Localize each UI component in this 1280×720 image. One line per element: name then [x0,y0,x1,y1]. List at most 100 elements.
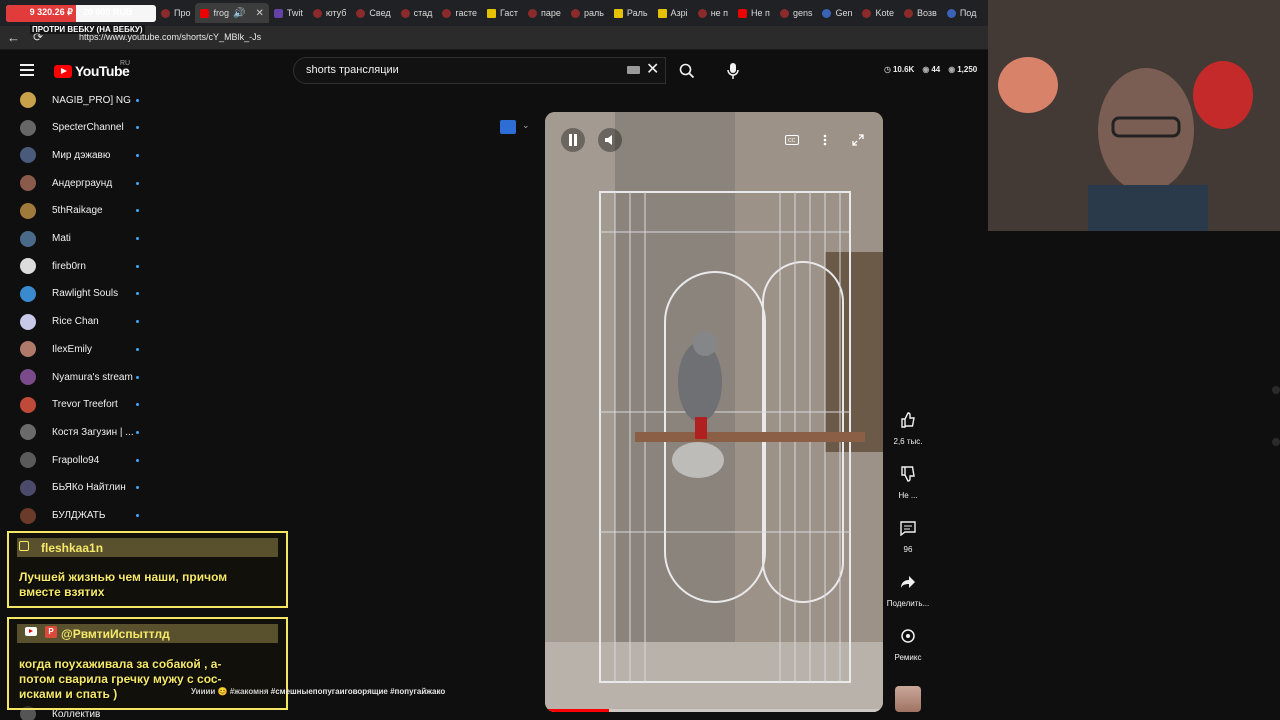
country-code: RU [120,60,131,67]
video-description-prefix: Уииии 😊 #жакомня [191,687,269,696]
like-button[interactable] [892,404,924,436]
channel-avatar [20,92,36,108]
sidebar-channel-item[interactable]: Андерграунд [0,170,150,196]
tab-label: Свед [369,8,391,18]
search-input[interactable] [306,64,606,76]
sidebar-channel-item[interactable]: Костя Загузин | ... [0,419,150,445]
video-hashtags[interactable]: #смешныепопугаиговорящие #попугайжако [271,687,446,696]
clear-search-icon[interactable]: ✕ [646,59,659,79]
sidebar-channel-item[interactable]: БУЛДЖАТЬ [0,503,150,529]
volume-icon [605,135,612,145]
browser-tab[interactable]: frog 🔊 ✕ [195,3,269,23]
browser-tab[interactable]: стад [396,3,438,23]
channel-avatar [20,119,36,136]
captions-button[interactable]: CC [780,128,804,152]
channel-avatar [20,507,36,524]
browser-tab[interactable]: Kote [857,3,899,23]
sidebar-channel-item[interactable]: Mati [0,226,150,252]
remix-icon [901,629,915,643]
donation-goal: 20 000 RUB [82,7,133,17]
back-arrow-icon[interactable]: ← [7,30,20,45]
streamer-webcam [988,0,1280,231]
tab-label: Под [959,8,977,18]
browser-tab[interactable]: gens [775,3,818,23]
sidebar-item-label: Коллектив [52,708,101,720]
sidebar-channel-item[interactable]: fireb0rn [0,253,150,279]
share-button[interactable] [892,566,924,598]
sidebar-channel-item[interactable]: SpecterChannel [0,115,150,141]
svg-text:CC: CC [788,138,796,144]
more-options-button[interactable] [813,128,837,152]
browser-tab[interactable]: Под [942,3,982,23]
chevron-down-icon[interactable]: ⌄ [522,120,530,131]
remix-action: Ремикс [883,620,933,662]
sidebar-channel-item[interactable]: Frapollo94 [0,447,150,473]
sidebar-channel-item[interactable]: Rawlight Souls [0,281,150,307]
tab-label: гасте [455,8,478,18]
channel-thumbnail[interactable] [895,686,921,712]
browser-tab[interactable]: Возв [899,3,942,23]
browser-tab[interactable]: Про [156,3,195,23]
tab-label: Gen [835,8,853,18]
sidebar-channel-item[interactable]: Rice Chan [0,309,150,335]
sidebar-channel-item[interactable]: Trevor Treefort [0,392,150,418]
channel-avatar [20,396,36,413]
browser-tab[interactable]: гасте [437,3,482,23]
stat-item: ◉ 1,250 [948,65,977,74]
stat-item: ◷ 10.6K [884,65,914,74]
stat-item: ◉ 44 [922,65,940,74]
search-button[interactable] [666,57,708,84]
tab-label: Не п [751,8,770,18]
captions-icon: CC [785,135,799,145]
sidebar-item-label: Nyamura's stream [52,371,133,383]
volume-button[interactable] [598,128,622,152]
live-indicator-dot [136,320,139,324]
live-indicator-dot [136,514,139,517]
like-icon [901,412,915,428]
sidebar-channel-item[interactable]: Nyamura's stream [0,364,150,390]
youtube-logo[interactable]: YouTube [54,63,130,79]
ad-blocker-badge-icon[interactable] [500,120,516,134]
channel-avatar [20,285,36,302]
browser-tab[interactable]: Twit [269,3,308,23]
browser-tab[interactable]: Азрі [653,3,693,23]
sidebar-channel-item[interactable]: NAGIB_PRO] NG [0,87,150,113]
browser-tab[interactable]: Гаст [482,3,523,23]
fullscreen-button[interactable] [846,128,870,152]
sidebar-channel-item[interactable]: Мир дэжавю [0,142,150,168]
comment-button[interactable] [892,512,924,544]
channel-avatar [20,202,36,219]
remix-button[interactable] [892,620,924,652]
sidebar-channel-item[interactable]: БЬЯКо Найтлин [0,475,150,501]
donation-amount: 9 320.26 ₽ [29,7,73,17]
live-indicator-dot [136,181,139,185]
keyboard-icon[interactable] [627,66,640,74]
stat-value: 10.6K [892,65,915,74]
menu-icon[interactable] [20,64,34,76]
live-indicator-dot [136,430,139,434]
close-tab-icon[interactable]: ✕ [255,8,263,19]
sidebar-channel-item[interactable]: 5thRaikage [0,198,150,224]
tab-label: ютуб [325,8,347,18]
twitch-chat-icon [19,541,29,551]
sidebar-channel-item[interactable]: IlexEmily [0,336,150,362]
pause-button[interactable] [561,128,585,152]
browser-tab[interactable]: Свед [351,3,395,23]
chat-message-line: вместе взятих [19,585,105,599]
video-progress-bar[interactable] [545,709,883,712]
browser-tab[interactable]: ютуб [308,3,352,23]
dislike-button[interactable] [892,458,924,490]
sidebar-item-label: Костя Загузин | ... [52,426,134,438]
shorts-video-player[interactable]: CC [545,112,883,712]
sidebar-item-label: БУЛДЖАТЬ [52,510,106,521]
browser-tab[interactable]: Не п [733,3,775,23]
chat-message-line: потом сварила гречку мужу с сос- [19,672,222,686]
browser-tab[interactable]: раль [566,3,609,23]
browser-tab[interactable]: Gen [817,3,857,23]
voice-search-button[interactable] [719,57,747,85]
speaker-icon[interactable]: 🔊 [233,8,245,19]
channel-avatar [20,479,36,496]
browser-tab[interactable]: паре [523,3,566,23]
browser-tab[interactable]: не п [693,3,733,23]
browser-tab[interactable]: Раль [609,3,653,23]
